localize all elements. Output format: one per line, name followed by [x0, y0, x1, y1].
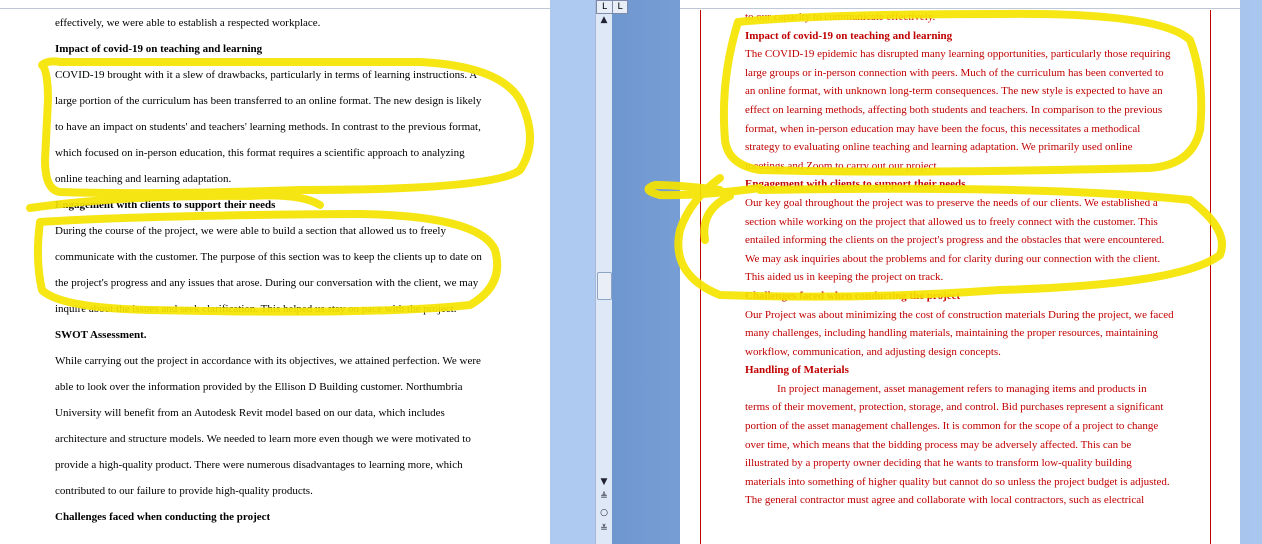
text-line: effect on learning methods, affecting bo… [745, 103, 1163, 116]
section-heading: Engagement with clients to support their… [745, 178, 966, 191]
right-margin-line [1210, 10, 1211, 544]
text-line: portion of the asset management challeng… [745, 420, 1159, 433]
text-line: workflow, communication, and adjusting d… [745, 345, 1001, 358]
text-line: large portion of the curriculum has been… [55, 95, 482, 107]
section-heading: Impact of covid-19 on teaching and learn… [55, 43, 263, 55]
text-line: provide a high-quality product. There we… [55, 459, 463, 471]
left-document-page[interactable]: effectively, we were able to establish a… [0, 0, 550, 544]
section-heading: SWOT Assessment. [55, 329, 147, 341]
text-line: communicate with the customer. The purpo… [55, 251, 482, 263]
text-line: an online format, with unknown long-term… [745, 85, 1163, 98]
right-document-pane: L to our capacity to communicate effecti… [612, 0, 1262, 544]
text-line: The general contractor must agree and co… [745, 494, 1145, 507]
next-page-icon[interactable]: ≚ [598, 523, 610, 535]
text-line: the project's progress and any issues th… [55, 277, 479, 289]
text-line: entailed informing the clients on the pr… [745, 234, 1165, 247]
text-line: online teaching and learning adaptation. [55, 173, 232, 185]
section-heading: Challenges faced when conducting the pro… [55, 511, 271, 523]
left-document-pane: effectively, we were able to establish a… [0, 0, 595, 544]
text-line: materials into something of higher quali… [745, 475, 1170, 488]
text-line: We may ask inquiries about the problems … [745, 252, 1161, 265]
text-line: section while working on the project tha… [745, 215, 1158, 228]
section-heading: Engagement with clients to support their… [55, 199, 276, 211]
left-margin-line [700, 10, 701, 544]
text-line: The COVID-19 epidemic has disrupted many… [745, 48, 1171, 61]
scroll-down-icon[interactable]: ▼ [598, 476, 610, 488]
text-line: contributed to our failure to provide hi… [55, 485, 313, 497]
text-line: strategy to evaluating online teaching a… [745, 141, 1133, 154]
text-line: format, when in-person education may hav… [745, 122, 1141, 135]
ruler-toggle-icon[interactable]: L [612, 0, 628, 14]
scrollbar-thumb[interactable] [597, 272, 612, 300]
scroll-up-icon[interactable]: ▲ [598, 14, 610, 26]
text-line: which focused on in-person education, th… [55, 147, 465, 159]
text-line: This aided us in keeping the project on … [745, 271, 944, 284]
right-document-page[interactable]: to our capacity to communicate effective… [680, 0, 1240, 544]
text-line: illustrated by a property owner deciding… [745, 457, 1132, 470]
text-line: architecture and structure models. We ne… [55, 433, 471, 445]
section-heading: Handling of Materials [745, 364, 849, 377]
section-heading: Impact of covid-19 on teaching and learn… [745, 29, 953, 42]
text-line: Our key goal throughout the project was … [745, 196, 1158, 209]
text-line: to our capacity to communicate effective… [745, 11, 936, 23]
text-line: over time, which means that the bidding … [745, 438, 1132, 451]
text-line: During the course of the project, we wer… [55, 225, 446, 237]
text-line: to have an impact on students' and teach… [55, 121, 481, 133]
text-line: In project management, asset management … [777, 382, 1147, 395]
text-line: able to look over the information provid… [55, 381, 463, 393]
text-line: meetings and Zoom to carry out our proje… [745, 159, 940, 172]
text-line: many challenges, including handling mate… [745, 327, 1158, 340]
text-line: Our Project was about minimizing the cos… [745, 308, 1174, 321]
text-line: effectively, we were able to establish a… [55, 17, 321, 29]
text-line: COVID-19 brought with it a slew of drawb… [55, 69, 478, 81]
text-line: inquire about the issues and seek clarif… [55, 303, 457, 315]
text-line: terms of their movement, protection, sto… [745, 401, 1164, 414]
left-ruler[interactable] [0, 0, 550, 9]
right-document-body: to our capacity to communicate effective… [745, 8, 1174, 510]
select-browse-object-icon[interactable]: ○ [598, 507, 610, 519]
text-line: University will benefit from an Autodesk… [55, 407, 445, 419]
left-document-body: effectively, we were able to establish a… [55, 10, 482, 530]
text-line: While carrying out the project in accord… [55, 355, 481, 367]
split-icon[interactable]: L [596, 0, 613, 14]
previous-page-icon[interactable]: ≜ [598, 491, 610, 503]
section-heading: Challenges faced when conducting the pro… [745, 289, 961, 302]
text-line: large groups or in-person connection wit… [745, 66, 1164, 79]
